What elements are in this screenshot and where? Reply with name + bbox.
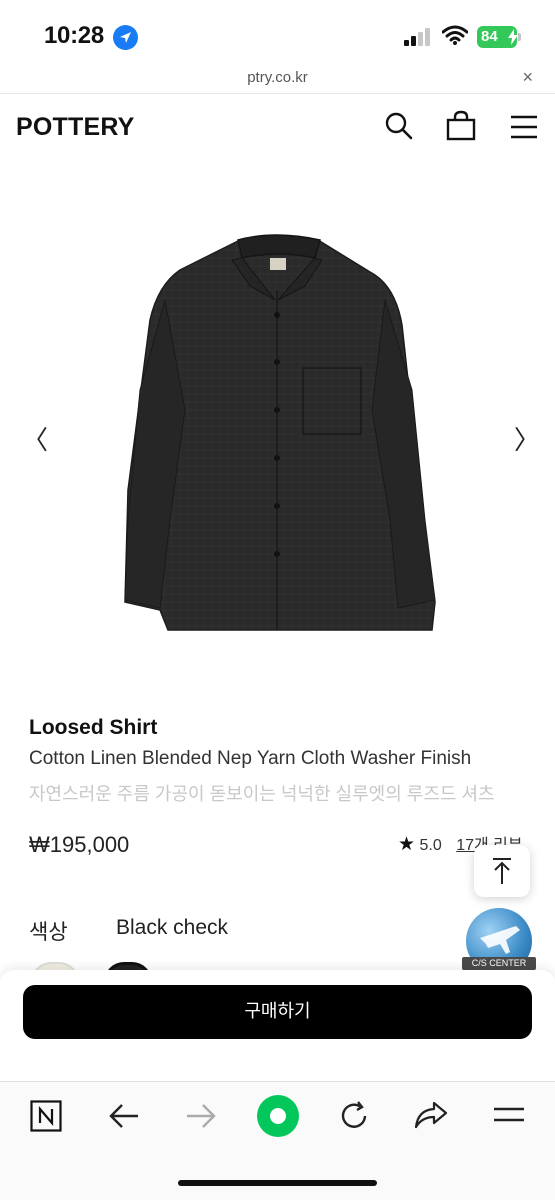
menu-icon[interactable]	[493, 1106, 525, 1124]
url-bar[interactable]: ptry.co.kr ×	[0, 66, 555, 94]
menu-icon[interactable]	[510, 115, 538, 139]
back-arrow-icon[interactable]	[108, 1102, 140, 1130]
cellular-signal-icon	[404, 28, 434, 46]
cs-center-label[interactable]: C/S CENTER	[462, 957, 536, 970]
refresh-icon[interactable]	[338, 1100, 370, 1132]
charging-bolt-icon	[508, 29, 518, 45]
color-label: 색상	[29, 921, 68, 944]
url-text[interactable]: ptry.co.kr	[0, 69, 555, 86]
battery-cap	[518, 33, 521, 41]
forward-arrow-icon[interactable]	[185, 1102, 217, 1130]
naver-icon[interactable]	[30, 1100, 62, 1132]
location-arrow-icon	[113, 25, 138, 50]
product-description: 자연스러운 주름 가공이 돋보이는 넉넉한 실루엣의 루즈드 셔츠	[29, 784, 495, 804]
status-time: 10:28	[44, 22, 104, 49]
search-icon[interactable]	[384, 111, 414, 141]
site-logo[interactable]: POTTERY	[16, 113, 135, 142]
color-value: Black check	[116, 916, 229, 939]
gallery-prev-arrow[interactable]: 〈	[22, 420, 48, 457]
green-home-icon[interactable]	[256, 1094, 300, 1138]
close-icon[interactable]: ×	[522, 67, 533, 88]
product-name: Loosed Shirt	[29, 716, 158, 739]
battery-indicator: 84	[477, 26, 518, 48]
scroll-top-button[interactable]	[474, 845, 530, 897]
star-icon: ★	[398, 834, 416, 855]
buy-button[interactable]: 구매하기	[23, 985, 532, 1039]
arrow-up-icon	[493, 858, 511, 884]
buy-sheet: 구매하기	[0, 970, 555, 1082]
product-price: ₩195,000	[29, 832, 130, 857]
product-image[interactable]	[0, 190, 555, 680]
home-indicator	[178, 1180, 377, 1186]
share-icon[interactable]	[414, 1100, 448, 1130]
product-subtitle: Cotton Linen Blended Nep Yarn Cloth Wash…	[29, 748, 472, 769]
gallery-next-arrow[interactable]: 〉	[514, 420, 540, 457]
status-bar: 10:28 84	[0, 0, 555, 66]
rating-value: 5.0	[419, 837, 442, 854]
wifi-icon	[442, 25, 468, 45]
shopping-bag-icon[interactable]	[446, 109, 476, 141]
battery-level: 84	[481, 28, 498, 45]
site-header: POTTERY	[0, 95, 555, 160]
